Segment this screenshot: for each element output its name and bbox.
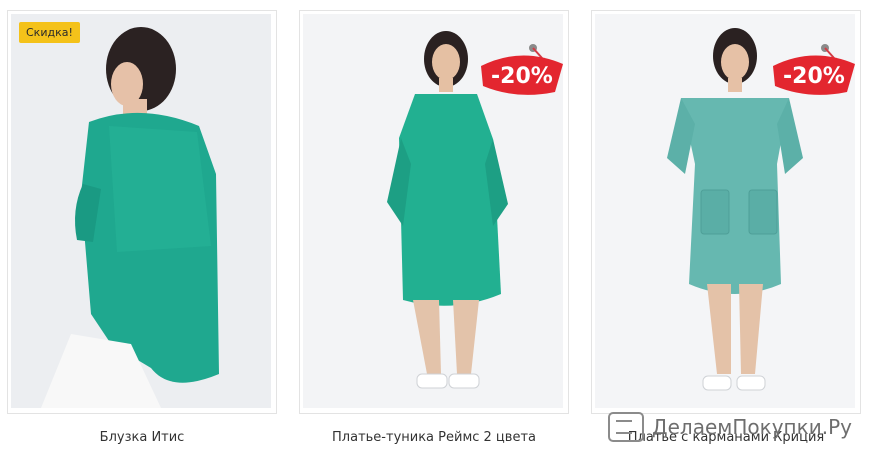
watermark-icon [608, 412, 644, 442]
product-image[interactable]: -20% [303, 14, 563, 408]
product-image[interactable]: -20% [595, 14, 855, 408]
watermark-text: ДелаемПокупки.Ру [652, 415, 852, 439]
product-title-link[interactable]: Платье-туника Реймс 2 цвета [299, 430, 569, 445]
discount-label: -20% [491, 64, 553, 89]
product-title-link[interactable]: Блузка Итис [7, 430, 277, 445]
product-image[interactable]: Скидка! [11, 14, 271, 408]
discount-label: -20% [783, 64, 845, 89]
watermark: ДелаемПокупки.Ру [608, 410, 852, 444]
discount-badge: Скидка! [19, 22, 80, 43]
sale-tag-icon: -20% [481, 44, 563, 95]
blouse-photo [11, 14, 271, 408]
sale-tag-icon: -20% [773, 44, 855, 95]
